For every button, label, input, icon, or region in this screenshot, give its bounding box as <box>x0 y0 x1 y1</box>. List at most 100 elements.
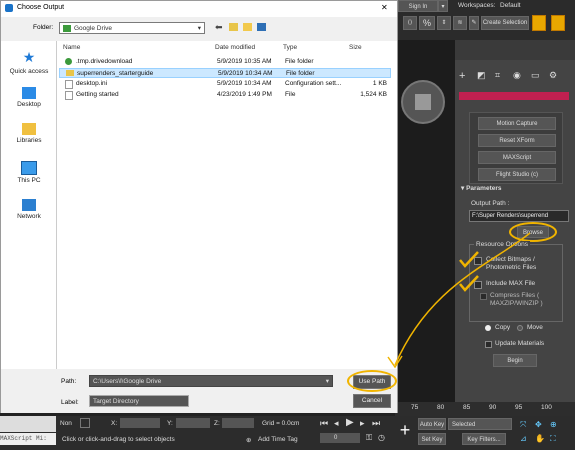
pc-icon <box>21 161 37 175</box>
flight-studio-button[interactable]: Flight Studio (c) <box>478 168 556 181</box>
file-size: 1 KB <box>372 80 387 87</box>
display-tab-icon[interactable]: ▭ <box>531 70 540 81</box>
maxscript-mini-listener[interactable]: MAXScript Mi: <box>0 433 56 445</box>
snap-icon[interactable]: ⟨⟩ <box>403 16 417 30</box>
x-coord-field[interactable] <box>120 418 160 428</box>
nav-this-pc[interactable]: This PC <box>3 161 55 184</box>
workspaces-value[interactable]: Default <box>500 2 521 9</box>
nav-label: Network <box>17 213 41 220</box>
back-icon[interactable]: ⬅ <box>215 22 223 33</box>
nav-zoom-icon[interactable]: ⊕ <box>550 420 557 429</box>
file-date: 4/23/2019 1:49 PM <box>217 91 272 98</box>
motion-capture-button[interactable]: Motion Capture <box>478 117 556 130</box>
color-swatch[interactable] <box>459 92 569 100</box>
nav-network[interactable]: Network <box>3 199 55 220</box>
hierarchy-tab-icon[interactable]: ⌗ <box>495 70 500 81</box>
maxscript-button[interactable]: MAXScript <box>478 151 556 164</box>
modify-tab-icon[interactable]: ◩ <box>477 70 486 81</box>
prev-frame-icon[interactable]: ◂ <box>334 418 339 429</box>
file-type: File <box>285 91 296 98</box>
create-tab-icon[interactable]: + <box>459 70 465 82</box>
cancel-button[interactable]: Cancel <box>353 394 391 408</box>
nav-fov-icon[interactable]: ⊿ <box>520 434 527 443</box>
nav-label: Libraries <box>16 137 42 144</box>
sign-in-dropdown-icon[interactable]: ▾ <box>438 0 448 12</box>
lock-icon[interactable] <box>80 418 90 428</box>
percent-snap-icon[interactable]: % <box>419 16 435 30</box>
view-menu-icon[interactable] <box>257 23 266 31</box>
selection-filter-dropdown[interactable]: Selected <box>448 418 512 430</box>
path-value: C:\Users\l\Google Drive <box>93 378 162 385</box>
fr-icon[interactable] <box>532 15 546 31</box>
parameters-title[interactable]: ▾ Parameters <box>461 184 502 192</box>
file-row[interactable]: desktop.ini 5/9/2019 10:34 AM Configurat… <box>59 79 391 89</box>
create-selection-set-button[interactable]: Create Selection <box>481 16 529 30</box>
nav-quick-access[interactable]: ★ Quick access <box>3 49 55 75</box>
mirror-icon[interactable]: ≋ <box>453 16 467 30</box>
y-coord-field[interactable] <box>176 418 210 428</box>
reset-xform-button[interactable]: Reset XForm <box>478 134 556 147</box>
nav-desktop[interactable]: Desktop <box>3 87 55 108</box>
nav-libraries[interactable]: Libraries <box>3 123 55 144</box>
close-icon[interactable]: ✕ <box>381 3 388 12</box>
folder-icon <box>66 70 74 76</box>
timeline-ruler[interactable]: 75 80 85 90 95 100 <box>395 402 575 416</box>
nav-pan-icon[interactable]: ✥ <box>535 420 542 429</box>
path-field[interactable]: C:\Users\l\Google Drive ▾ <box>89 375 333 387</box>
status-bar: MAXScript Mi: Non X: Y: Z: Grid = 0.0cm … <box>0 416 575 450</box>
pencil-icon[interactable]: ✎ <box>469 16 479 30</box>
add-time-tag-label[interactable]: Add Time Tag <box>258 436 298 443</box>
maxscript-listener-top[interactable] <box>0 416 56 432</box>
column-date[interactable]: Date modified <box>215 44 255 54</box>
tick-label: 80 <box>437 404 445 411</box>
viewcube-icon[interactable] <box>401 80 445 124</box>
places-bar: ★ Quick access Desktop Libraries This PC… <box>1 41 57 369</box>
motion-tab-icon[interactable]: ◉ <box>513 70 521 81</box>
folder-dropdown[interactable]: Google Drive ▾ <box>59 22 205 34</box>
up-folder-icon[interactable] <box>229 23 238 31</box>
grid-value: Grid = 0.0cm <box>262 420 300 427</box>
z-coord-field[interactable] <box>222 418 254 428</box>
go-to-end-icon[interactable]: ⏭ <box>372 418 380 429</box>
file-name: Getting started <box>76 91 119 98</box>
spinner-snap-icon[interactable]: ⇕ <box>437 16 451 30</box>
column-size[interactable]: Size <box>349 44 362 54</box>
file-icon <box>65 80 73 89</box>
go-to-start-icon[interactable]: ⏮ <box>320 418 328 429</box>
sign-in-button[interactable]: Sign In <box>398 0 438 12</box>
dialog-titlebar[interactable]: Choose Output ✕ <box>1 1 397 17</box>
network-icon <box>22 199 36 211</box>
auto-key-button[interactable]: Auto Key <box>418 418 446 430</box>
new-folder-icon[interactable] <box>243 23 252 31</box>
choose-output-dialog: Choose Output ✕ Folder: Google Drive ▾ ⬅… <box>0 0 398 413</box>
column-type[interactable]: Type <box>283 44 297 54</box>
output-path-field[interactable]: F:\Super Renders\superrend <box>469 210 569 222</box>
nav-maximize-icon[interactable]: ⛶ <box>550 434 556 444</box>
tick-label: 90 <box>489 404 497 411</box>
key-mode-icon[interactable]: ⚿ <box>366 433 372 443</box>
label-field[interactable]: Target Directory <box>89 395 189 407</box>
next-frame-icon[interactable]: ▸ <box>360 418 365 429</box>
file-row[interactable]: Getting started 4/23/2019 1:49 PM File 1… <box>59 90 391 100</box>
label-label: Label: <box>61 399 79 406</box>
file-type: File folder <box>286 70 315 77</box>
utilities-tab-icon[interactable]: ⚙ <box>549 70 557 81</box>
file-row-selected[interactable]: superrenders_starterguide 5/9/2019 10:34… <box>59 68 391 78</box>
key-filters-button[interactable]: Key Filters... <box>462 433 506 445</box>
render-icon[interactable] <box>551 15 565 31</box>
nav-walk-icon[interactable]: ✋ <box>535 434 545 443</box>
file-row[interactable]: .tmp.drivedownload 5/9/2019 10:35 AM Fil… <box>59 57 391 67</box>
nav-label: Quick access <box>9 68 49 75</box>
folder-value: Google Drive <box>74 25 112 32</box>
chevron-down-icon: ▾ <box>325 378 329 385</box>
chevron-down-icon: ▾ <box>197 25 201 32</box>
set-key-plus-icon[interactable]: + <box>396 420 414 442</box>
nav-orbit-icon[interactable]: ⤧ <box>520 420 526 430</box>
output-path-label: Output Path : <box>471 200 510 207</box>
time-config-icon[interactable]: ◷ <box>378 433 385 442</box>
add-time-tag-icon[interactable]: ⊕ <box>246 436 251 444</box>
play-icon[interactable]: ▶ <box>346 417 354 428</box>
set-key-button[interactable]: Set Key <box>418 433 446 445</box>
column-name[interactable]: Name <box>63 44 80 54</box>
frame-field[interactable]: 0 <box>320 433 360 443</box>
